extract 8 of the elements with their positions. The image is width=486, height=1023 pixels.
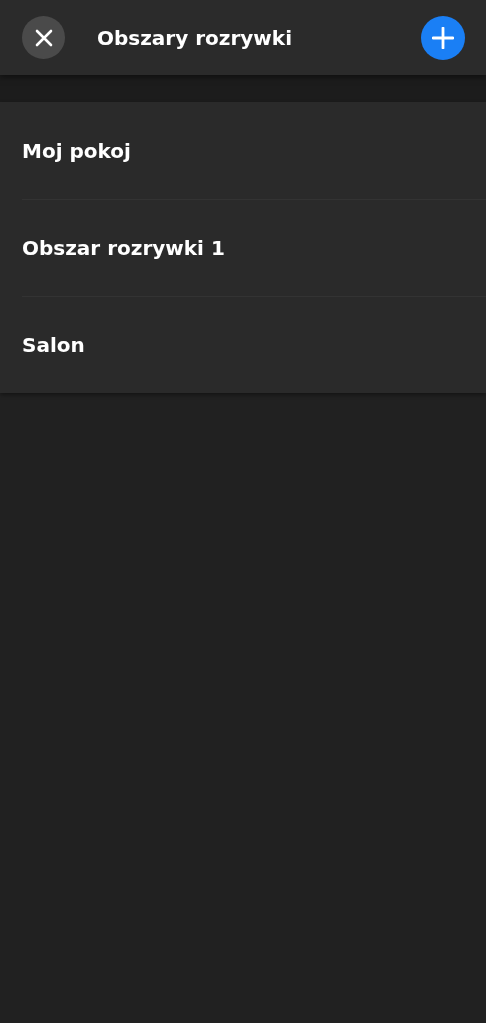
close-icon [34, 28, 53, 47]
plus-icon [432, 26, 454, 49]
close-button[interactable] [22, 16, 65, 59]
add-button[interactable] [421, 15, 465, 60]
area-item[interactable]: Salon [22, 296, 486, 393]
screen-title: Obszary rozrywki [97, 25, 293, 50]
area-item[interactable]: Moj pokoj [22, 102, 486, 199]
area-item[interactable]: Obszar rozrywki 1 [22, 199, 486, 296]
